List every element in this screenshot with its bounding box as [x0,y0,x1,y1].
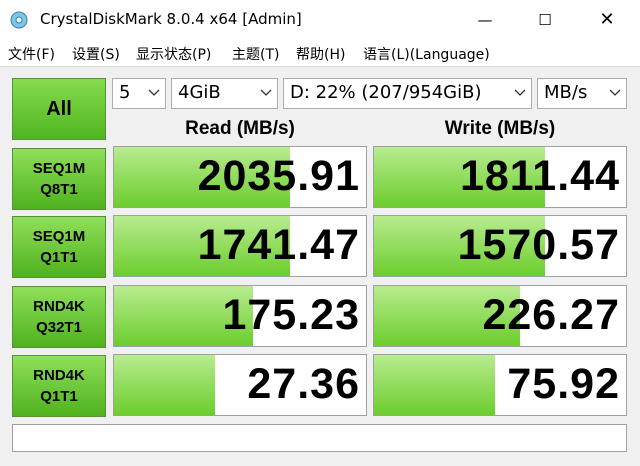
test-button-seq1m-q1t1[interactable]: SEQ1M Q1T1 [12,216,106,278]
drive-value: D: 22% (207/954GiB) [290,82,482,103]
menu-bar: 文件(F) 设置(S) 显示状态(P) 主题(T) 帮助(H) 语言(L)(La… [0,40,640,67]
read-result-value: 175.23 [222,291,360,339]
test-params: Q8T1 [40,181,78,198]
write-result-cell: 226.27 [373,285,627,347]
minimize-button[interactable]: — [462,0,508,40]
result-bar [374,355,495,415]
menu-settings[interactable]: 设置(S) [72,44,120,64]
write-result-cell: 1570.57 [373,215,627,277]
test-params: Q1T1 [40,249,78,266]
write-result-cell: 1811.44 [373,146,627,208]
test-name: RND4K [33,367,85,384]
result-bar [114,355,215,415]
menu-file[interactable]: 文件(F) [8,44,55,64]
test-size-value: 4GiB [178,82,221,103]
test-count-value: 5 [119,82,131,103]
unit-value: MB/s [544,82,588,103]
crystaldiskmark-app-icon [10,11,28,29]
chevron-down-icon [514,89,526,96]
read-result-value: 1741.47 [197,221,360,269]
menu-language[interactable]: 语言(L)(Language) [363,44,490,64]
title-bar: CrystalDiskMark 8.0.4 x64 [Admin] — ☐ ✕ [0,0,640,40]
test-button-rnd4k-q32t1[interactable]: RND4K Q32T1 [12,286,106,348]
write-result-value: 226.27 [482,291,620,339]
test-params: Q32T1 [36,319,82,336]
chevron-down-icon [609,89,621,96]
write-result-cell: 75.92 [373,354,627,416]
test-name: SEQ1M [32,228,86,245]
test-count-select[interactable]: 5 [112,78,166,109]
read-result-cell: 2035.91 [113,146,367,208]
drive-select[interactable]: D: 22% (207/954GiB) [283,78,532,109]
menu-help[interactable]: 帮助(H) [296,44,345,64]
read-result-cell: 1741.47 [113,215,367,277]
unit-select[interactable]: MB/s [537,78,627,109]
test-button-rnd4k-q1t1[interactable]: RND4K Q1T1 [12,355,106,417]
read-result-cell: 27.36 [113,354,367,416]
write-result-value: 1811.44 [459,152,620,200]
run-all-button[interactable]: All [12,78,106,140]
chevron-down-icon [148,89,160,96]
menu-theme[interactable]: 主题(T) [232,44,279,64]
test-params: Q1T1 [40,388,78,405]
read-result-cell: 175.23 [113,285,367,347]
read-column-header: Read (MB/s) [185,118,295,139]
window-title: CrystalDiskMark 8.0.4 x64 [Admin] [40,10,302,28]
chevron-down-icon [260,89,272,96]
test-size-select[interactable]: 4GiB [171,78,278,109]
write-column-header: Write (MB/s) [444,118,556,139]
write-result-value: 1570.57 [457,221,620,269]
status-bar [12,424,627,452]
maximize-button[interactable]: ☐ [522,0,568,40]
write-result-value: 75.92 [507,360,620,408]
test-name: RND4K [33,298,85,315]
test-button-seq1m-q8t1[interactable]: SEQ1M Q8T1 [12,148,106,210]
test-name: SEQ1M [32,160,86,177]
read-result-value: 2035.91 [197,152,360,200]
close-button[interactable]: ✕ [584,0,630,40]
read-result-value: 27.36 [247,360,360,408]
menu-display-status[interactable]: 显示状态(P) [136,44,211,64]
